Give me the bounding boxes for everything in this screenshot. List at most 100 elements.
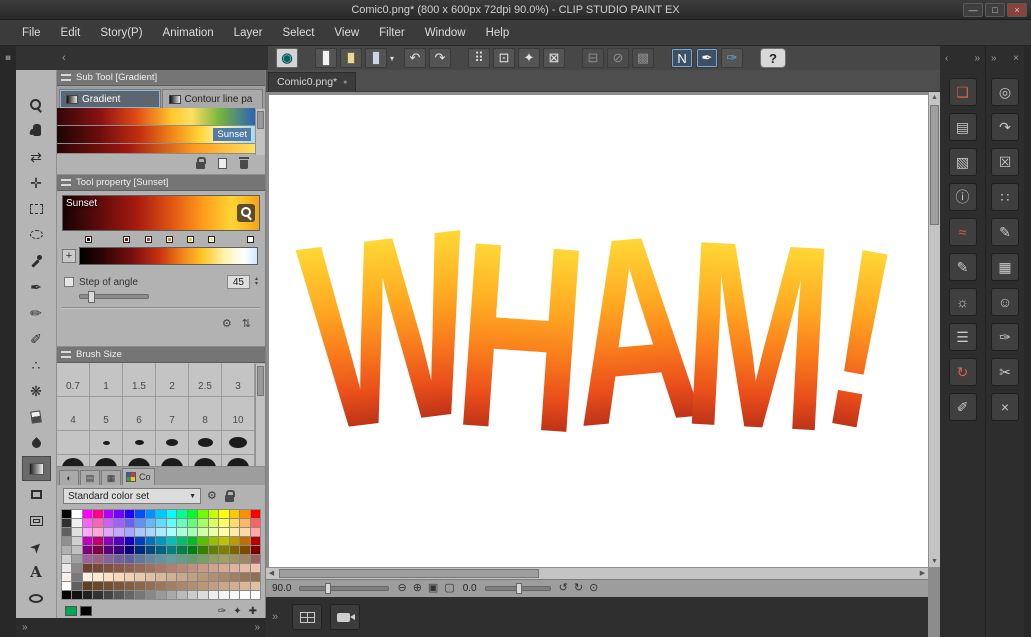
color-swatch[interactable] xyxy=(124,591,135,599)
color-swatch[interactable] xyxy=(250,564,260,572)
light-table-icon[interactable]: ☼ xyxy=(948,288,977,316)
preset-row[interactable] xyxy=(57,144,255,153)
gradient-stop[interactable] xyxy=(123,236,131,243)
brush-dot-cell[interactable] xyxy=(123,455,156,466)
color-swatch[interactable] xyxy=(145,510,156,518)
add-image-icon[interactable]: ▦ xyxy=(991,253,1019,281)
color-swatch[interactable] xyxy=(72,564,82,572)
color-swatch[interactable] xyxy=(114,528,124,536)
fill-button[interactable]: ✦ xyxy=(518,48,540,68)
brush-dot-cell[interactable] xyxy=(90,455,123,466)
step-angle-slider[interactable] xyxy=(79,291,149,303)
color-swatch[interactable] xyxy=(82,537,93,545)
color-swatch[interactable] xyxy=(229,519,240,527)
color-swatch[interactable] xyxy=(198,528,208,536)
menu-item[interactable]: File xyxy=(12,20,51,45)
color-swatch[interactable] xyxy=(250,591,260,599)
color-swatch[interactable] xyxy=(114,573,124,581)
color-swatch[interactable] xyxy=(82,528,93,536)
close-tool-icon[interactable]: × xyxy=(991,393,1019,421)
color-swatch[interactable] xyxy=(166,555,177,563)
blend-tool[interactable] xyxy=(22,430,51,455)
brush-dot-cell[interactable] xyxy=(222,455,255,466)
color-swatch[interactable] xyxy=(145,528,156,536)
menu-item[interactable]: Edit xyxy=(51,20,91,45)
bottom-left-chevron-button[interactable]: » xyxy=(0,46,16,633)
undo-button[interactable]: ↶ xyxy=(404,48,426,68)
preset-row[interactable] xyxy=(57,108,255,126)
color-swatch[interactable] xyxy=(177,555,187,563)
recent-color-swatch[interactable] xyxy=(80,606,92,616)
align-grid-button[interactable]: ▩ xyxy=(632,48,654,68)
preset-row-sunset[interactable]: Sunset xyxy=(57,126,255,144)
color-swatch[interactable] xyxy=(72,528,82,536)
color-swatch[interactable] xyxy=(156,546,166,554)
color-swatch[interactable] xyxy=(135,546,145,554)
gradient-stop[interactable] xyxy=(208,236,216,243)
color-swatch[interactable] xyxy=(198,564,208,572)
pen-tool[interactable]: ✒ xyxy=(22,274,51,299)
color-swatch[interactable] xyxy=(103,582,114,590)
color-swatch[interactable] xyxy=(198,519,208,527)
add-swatch-icon[interactable]: ✚ xyxy=(249,606,257,617)
brush-dot-cell[interactable] xyxy=(156,431,189,455)
color-swatch[interactable] xyxy=(156,555,166,563)
color-swatch[interactable] xyxy=(72,555,82,563)
new-animation-cel-button[interactable] xyxy=(292,604,323,630)
color-swatch[interactable] xyxy=(198,591,208,599)
color-swatch[interactable] xyxy=(124,510,135,518)
color-swatch[interactable] xyxy=(166,573,177,581)
color-swatch[interactable] xyxy=(145,582,156,590)
color-swatch[interactable] xyxy=(229,510,240,518)
color-swatch[interactable] xyxy=(187,519,198,527)
gradient-stop[interactable] xyxy=(247,236,255,243)
color-swatch[interactable] xyxy=(82,591,93,599)
color-swatch[interactable] xyxy=(93,519,103,527)
color-swatch[interactable] xyxy=(250,537,260,545)
color-swatch[interactable] xyxy=(177,582,187,590)
color-swatch[interactable] xyxy=(219,537,229,545)
brush-size-cell[interactable]: 4 xyxy=(57,397,90,431)
color-swatch[interactable] xyxy=(208,582,219,590)
color-swatch[interactable] xyxy=(229,582,240,590)
color-swatch[interactable] xyxy=(93,537,103,545)
color-swatch[interactable] xyxy=(208,537,219,545)
color-swatch[interactable] xyxy=(240,573,250,581)
color-swatch[interactable] xyxy=(124,537,135,545)
gradient-stop[interactable] xyxy=(165,236,173,243)
color-swatch[interactable] xyxy=(72,591,82,599)
recent-color-swatch[interactable] xyxy=(65,606,77,616)
color-swatch[interactable] xyxy=(166,510,177,518)
color-swatch[interactable] xyxy=(198,582,208,590)
vector-snap-button[interactable]: ✑ xyxy=(721,48,743,68)
reset-rotation-icon[interactable]: ⊙ xyxy=(589,583,598,594)
color-swatch[interactable] xyxy=(103,591,114,599)
balloon-tool[interactable] xyxy=(22,586,51,611)
color-swatch[interactable] xyxy=(93,582,103,590)
color-swatch[interactable] xyxy=(166,564,177,572)
no-correction-button[interactable]: N xyxy=(671,48,693,68)
color-swatch[interactable] xyxy=(219,591,229,599)
marquee-select-tool[interactable] xyxy=(22,196,51,221)
operation-tool[interactable]: ➤ xyxy=(22,534,51,559)
color-swatch[interactable] xyxy=(240,537,250,545)
zoom-slider[interactable] xyxy=(299,583,390,594)
color-swatch[interactable] xyxy=(198,555,208,563)
color-swatch[interactable] xyxy=(250,546,260,554)
color-swatch[interactable] xyxy=(62,591,72,599)
color-swatch[interactable] xyxy=(103,519,114,527)
color-swatch[interactable] xyxy=(187,528,198,536)
document-tab[interactable]: Comic0.png* ● xyxy=(268,72,357,91)
eyedropper-tool[interactable] xyxy=(22,248,51,273)
color-swatch[interactable] xyxy=(177,528,187,536)
color-swatch[interactable] xyxy=(208,528,219,536)
panel-menu-icon[interactable] xyxy=(61,74,71,81)
menu-item[interactable]: Layer xyxy=(224,20,273,45)
expand-right-dock-button[interactable]: » xyxy=(974,53,980,64)
wrench-icon[interactable]: ⚙ xyxy=(207,490,217,502)
new-sub-tool-icon[interactable] xyxy=(215,157,229,171)
actual-size-icon[interactable]: ▢ xyxy=(444,583,454,594)
decoration-tool[interactable]: ❋ xyxy=(22,378,51,403)
color-swatch[interactable] xyxy=(198,546,208,554)
color-swatch[interactable] xyxy=(62,564,72,572)
